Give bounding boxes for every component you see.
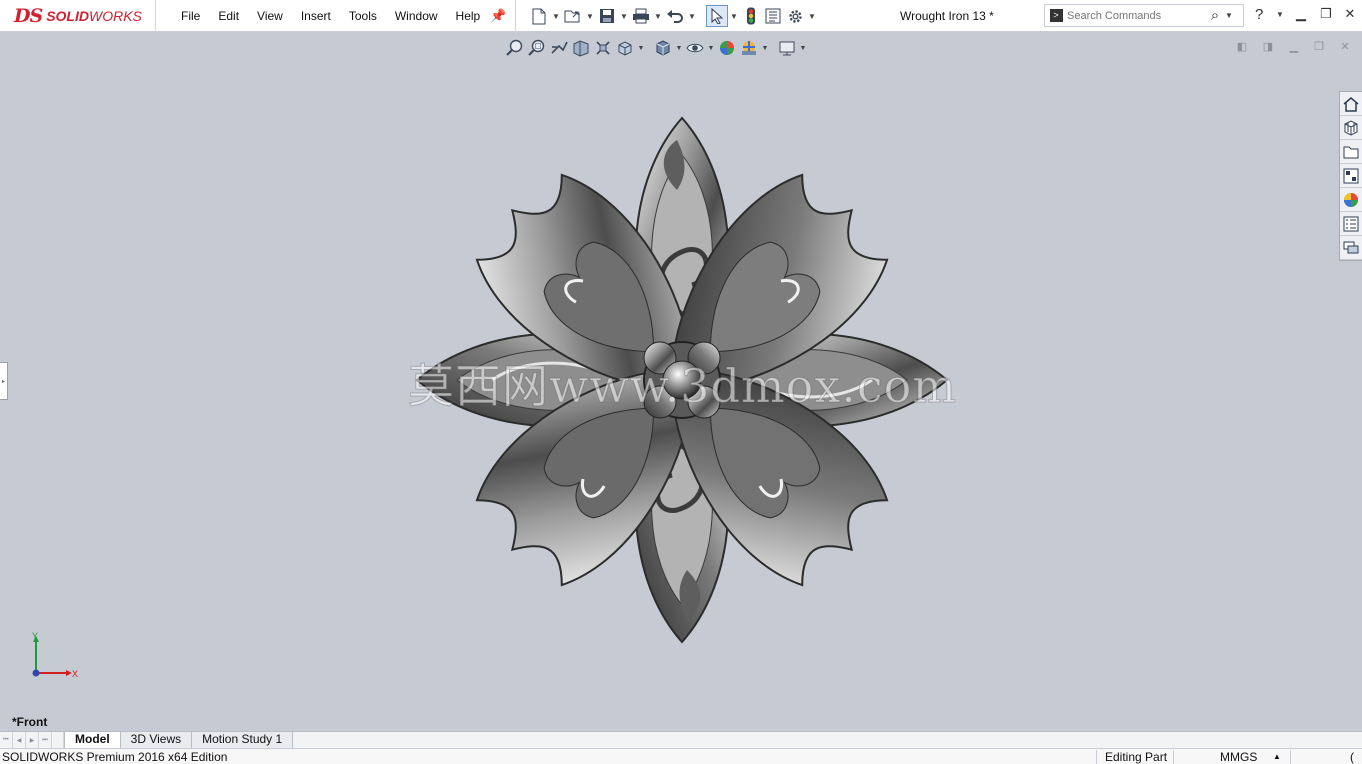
search-icon[interactable]: ⌕ [1205, 7, 1225, 24]
close-icon[interactable]: ✕ [1340, 6, 1360, 26]
last-tab-icon[interactable]: ⏭ [39, 732, 52, 748]
zoom-to-area-icon[interactable] [526, 37, 548, 59]
editing-mode-text: Editing Part [1105, 750, 1168, 764]
watermark-text: 莫西网www.3dmox.com [408, 359, 957, 414]
ds-logo-mark: DS [14, 5, 43, 27]
menu-tools[interactable]: Tools [340, 9, 386, 23]
status-divider [1290, 750, 1291, 764]
home-icon[interactable] [1340, 92, 1362, 116]
select-arrow-icon[interactable] [706, 5, 728, 27]
apply-scene-dropdown[interactable]: ▼ [760, 45, 770, 52]
brand-name-rest: WORKS [88, 8, 142, 24]
display-style-dropdown[interactable]: ▼ [674, 45, 684, 52]
main-menu: File Edit View Insert Tools Window Help [172, 0, 489, 32]
triad-y-label: Y [32, 631, 38, 641]
undo-dropdown-arrow[interactable]: ▼ [686, 5, 698, 27]
units-text[interactable]: MMGS [1220, 750, 1257, 764]
open-dropdown-arrow[interactable]: ▼ [584, 5, 596, 27]
menu-edit[interactable]: Edit [209, 9, 248, 23]
menu-file[interactable]: File [172, 9, 209, 23]
doc-restore-icon[interactable]: ❐ [1310, 40, 1328, 56]
status-divider [1096, 750, 1097, 764]
undo-icon[interactable] [664, 5, 686, 27]
status-divider [1173, 750, 1174, 764]
brand-name: SOLIDWORKS [46, 8, 142, 24]
select-dropdown-arrow[interactable]: ▼ [728, 5, 740, 27]
command-prompt-icon: > [1045, 5, 1067, 26]
view-settings-dropdown[interactable]: ▼ [798, 45, 808, 52]
tab-scroll-spacer [52, 732, 64, 748]
model-tab-bar: ⏮ ◀ ▶ ⏭ Model 3D Views Motion Study 1 [0, 731, 1362, 748]
view-settings-icon[interactable] [776, 37, 798, 59]
save-dropdown-arrow[interactable]: ▼ [618, 5, 630, 27]
options-gear-icon[interactable] [784, 5, 806, 27]
menu-help[interactable]: Help [447, 9, 490, 23]
view-orientation-icon[interactable] [614, 37, 636, 59]
menu-insert[interactable]: Insert [292, 9, 340, 23]
search-dropdown-arrow[interactable]: ▼ [1225, 11, 1235, 20]
print-dropdown-arrow[interactable]: ▼ [652, 5, 664, 27]
new-document-icon[interactable] [528, 5, 550, 27]
help-dropdown-arrow[interactable]: ▼ [1276, 10, 1284, 19]
document-title: Wrought Iron 13 * [900, 9, 994, 23]
hide-show-dropdown[interactable]: ▼ [706, 45, 716, 52]
triad-x-label: X [72, 669, 78, 679]
search-input[interactable] [1067, 6, 1205, 25]
open-icon[interactable] [562, 5, 584, 27]
solidworks-logo[interactable]: DS SOLIDWORKS [0, 0, 156, 32]
custom-properties-icon[interactable] [1340, 212, 1362, 236]
dynamic-annotation-icon[interactable] [592, 37, 614, 59]
print-icon[interactable] [630, 5, 652, 27]
doc-minimize-icon[interactable]: ▁ [1285, 40, 1303, 56]
brand-name-bold: SOLID [46, 8, 89, 24]
help-icon[interactable]: ? [1255, 6, 1263, 23]
edition-text: SOLIDWORKS Premium 2016 x64 Edition [2, 750, 228, 764]
hide-show-items-icon[interactable] [684, 37, 706, 59]
title-bar: DS SOLIDWORKS File Edit View Insert Tool… [0, 0, 1362, 32]
menu-window[interactable]: Window [386, 9, 447, 23]
minimize-icon[interactable]: ▁ [1291, 6, 1311, 26]
prev-tab-icon[interactable]: ◀ [13, 732, 26, 748]
pin-menu-icon[interactable]: 📌 [490, 8, 506, 24]
apply-scene-icon[interactable] [738, 37, 760, 59]
feature-manager-collapse-handle[interactable]: ▸ [0, 362, 8, 400]
next-tab-icon[interactable]: ▶ [26, 732, 39, 748]
save-icon[interactable] [596, 5, 618, 27]
tile-left-icon[interactable]: ◧ [1233, 40, 1251, 56]
first-tab-icon[interactable]: ⏮ [0, 732, 13, 748]
task-pane-tabs [1339, 91, 1362, 261]
file-explorer-icon[interactable] [1340, 140, 1362, 164]
menu-divider [515, 0, 516, 32]
options-dropdown-arrow[interactable]: ▼ [806, 5, 818, 27]
tab-model[interactable]: Model [64, 732, 121, 748]
zoom-to-fit-icon[interactable] [504, 37, 526, 59]
tab-motion-study-1[interactable]: Motion Study 1 [192, 732, 294, 748]
quick-access-toolbar: ▼ ▼ ▼ ▼ ▼ ▼ ▼ [528, 4, 818, 28]
forum-icon[interactable] [1340, 236, 1362, 260]
tab-3d-views[interactable]: 3D Views [120, 732, 193, 748]
rebuild-traffic-light-icon[interactable] [740, 5, 762, 27]
display-style-icon[interactable] [652, 37, 674, 59]
menu-view[interactable]: View [248, 9, 292, 23]
reference-triad: Y X [32, 631, 78, 679]
status-tail: ( [1350, 750, 1354, 764]
design-library-icon[interactable] [1340, 116, 1362, 140]
section-view-icon[interactable] [570, 37, 592, 59]
heads-up-view-toolbar: ▼ ▼ ▼ ▼ ▼ [504, 36, 808, 60]
search-commands-box[interactable]: > ⌕ ▼ [1044, 4, 1244, 27]
doc-close-icon[interactable]: ✕ [1336, 40, 1354, 56]
units-up-arrow-icon[interactable]: ▲ [1273, 752, 1281, 761]
status-bar: SOLIDWORKS Premium 2016 x64 Edition Edit… [0, 748, 1362, 764]
view-orientation-label: *Front [12, 715, 48, 729]
file-properties-icon[interactable] [762, 5, 784, 27]
view-orientation-dropdown[interactable]: ▼ [636, 45, 646, 52]
tile-right-icon[interactable]: ◨ [1259, 40, 1277, 56]
previous-view-icon[interactable] [548, 37, 570, 59]
new-dropdown-arrow[interactable]: ▼ [550, 5, 562, 27]
restore-icon[interactable]: ❐ [1316, 6, 1336, 26]
edit-appearance-icon[interactable] [716, 37, 738, 59]
view-palette-icon[interactable] [1340, 164, 1362, 188]
appearances-icon[interactable] [1340, 188, 1362, 212]
